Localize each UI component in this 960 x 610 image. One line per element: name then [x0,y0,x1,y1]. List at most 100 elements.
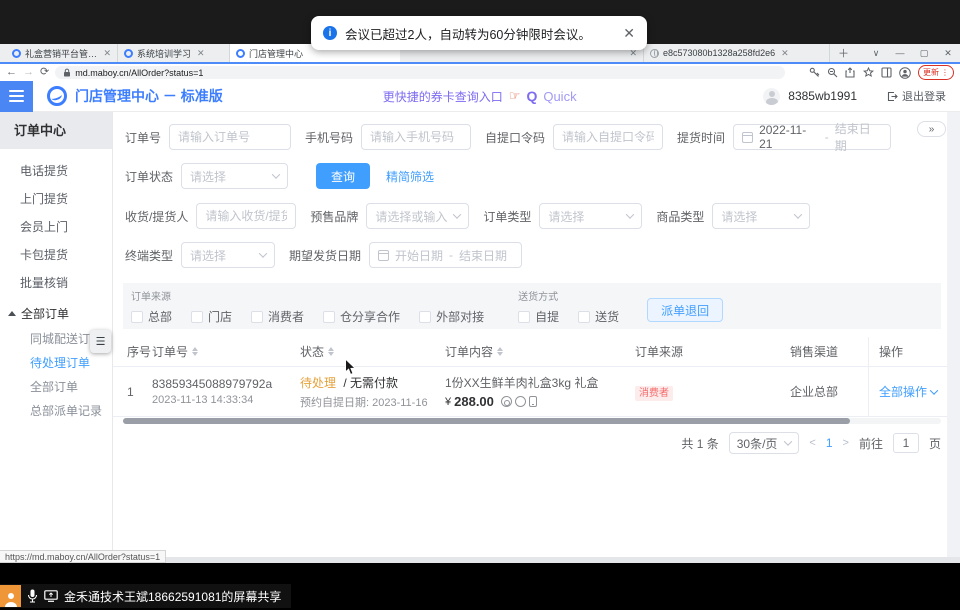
phone-input[interactable] [361,124,471,150]
tab-gift-platform[interactable]: 礼盒营销平台管理中心 ✕ [6,44,118,62]
checkbox-hq[interactable]: 总部 [131,308,172,325]
page-unit-label: 页 [929,435,941,452]
pickup-code-input[interactable] [553,124,663,150]
quick-label[interactable]: Quick [543,89,576,104]
next-page-button[interactable]: > [843,437,849,449]
reload-button[interactable]: ⟳ [40,67,49,78]
sidebar-item-batch-verify[interactable]: 批量核销 [0,269,112,297]
quick-q-icon[interactable]: Q [526,88,537,104]
horizontal-scrollbar-track[interactable] [123,418,941,424]
zoom-icon[interactable] [827,67,838,78]
minimize-button[interactable]: — [888,48,912,58]
hamburger-menu-button[interactable] [0,81,33,112]
profile-avatar-icon[interactable] [899,67,911,79]
user-avatar[interactable] [763,88,780,105]
tab-close-icon[interactable]: ✕ [103,48,111,59]
status-link: https://md.maboy.cn/AllOrder?status=1 [0,550,166,563]
checkbox-icon[interactable] [518,311,530,323]
checkbox-delivery[interactable]: 送货 [578,308,619,325]
dispatch-return-button[interactable]: 派单退回 [647,298,723,322]
checkbox-icon[interactable] [323,311,335,323]
tab-close-icon[interactable]: ✕ [197,48,205,59]
sidebar-item-member-visit[interactable]: 会员上门 [0,213,112,241]
simple-filter-link[interactable]: 精简筛选 [386,168,434,185]
current-page[interactable]: 1 [826,436,833,450]
reading-mode-icon[interactable] [881,67,892,78]
kebab-menu-icon[interactable]: ⋮ [941,68,949,77]
expect-daterange[interactable]: 开始日期 - 结束日期 [369,242,522,268]
tab-search-chevron-icon[interactable]: ∨ [864,48,888,59]
all-actions-dropdown[interactable]: 全部操作 [879,383,937,400]
close-window-button[interactable]: ✕ [936,48,960,59]
phone-label: 手机号码 [305,129,353,146]
password-key-icon[interactable] [809,67,820,78]
chevron-down-icon [453,210,461,218]
sidebar-group-all-orders[interactable]: 全部订单 [0,299,112,327]
checkbox-warehouse-share[interactable]: 仓分享合作 [323,308,400,325]
checkbox-icon[interactable] [251,311,263,323]
sidebar-item-phone-pickup[interactable]: 电话提货 [0,157,112,185]
coupon-icon [501,396,512,407]
header-content[interactable]: 订单内容 [445,343,635,360]
pickup-code-label: 自提口令码 [485,129,545,146]
tab-label: 礼盒营销平台管理中心 [25,47,97,60]
share-icon[interactable] [845,67,856,78]
calendar-icon [378,250,389,261]
quick-entry-link[interactable]: 更快捷的券卡查询入口 [383,88,503,105]
forward-button[interactable]: → [23,67,34,78]
logout-button[interactable]: 退出登录 [887,88,946,104]
order-no-input[interactable] [169,124,291,150]
checkbox-icon[interactable] [131,311,143,323]
tab-hash[interactable]: e8c573080b1328a258fd2e6 ✕ [644,44,830,62]
header-status[interactable]: 状态 [300,343,445,360]
header-order-no[interactable]: 订单号 [152,343,300,360]
sort-icon[interactable] [192,347,198,356]
checkbox-external[interactable]: 外部对接 [419,308,484,325]
tab-training[interactable]: 系统培训学习 ✕ [118,44,230,62]
sidebar-sub-pending-orders[interactable]: 待处理订单 [0,351,112,375]
sidebar-item-card-pickup[interactable]: 卡包提货 [0,241,112,269]
filter-collapse-button[interactable]: » [917,121,946,137]
new-tab-button[interactable]: ＋ [830,44,857,62]
address-bar[interactable]: md.maboy.cn/AllOrder?status=1 [55,66,785,79]
checkbox-self-pickup[interactable]: 自提 [518,308,559,325]
page-size-select[interactable]: 30条/页 [729,432,800,454]
tab-close-icon[interactable]: ✕ [781,48,789,59]
order-type-select[interactable]: 请选择 [539,203,642,229]
goods-type-select[interactable]: 请选择 [712,203,810,229]
person-icon [3,591,19,607]
back-button[interactable]: ← [6,67,17,78]
goto-page-input[interactable] [893,433,919,453]
terminal-type-select[interactable]: 请选择 [181,242,275,268]
order-status-select[interactable]: 请选择 [181,163,288,189]
screen-share-toast: 金禾通技术王斌18662591081的屏幕共享 [0,584,291,608]
filter-row-2: 订单状态 请选择 查询 精简筛选 [125,163,434,189]
browser-toolbar: ← → ⟳ md.maboy.cn/AllOrder?status=1 更新 ⋮ [0,64,960,81]
checkbox-icon[interactable] [419,311,431,323]
horizontal-scrollbar-thumb[interactable] [123,418,850,424]
checkbox-store[interactable]: 门店 [191,308,232,325]
bookmark-star-icon[interactable] [863,67,874,78]
pickup-time-daterange[interactable]: 2022-11-21 - 结束日期 [733,124,891,150]
checkbox-consumer[interactable]: 消费者 [251,308,304,325]
checkbox-icon[interactable] [578,311,590,323]
sidebar-collapse-handle[interactable]: ☰ [90,330,111,353]
sidebar-sub-all-orders[interactable]: 全部订单 [0,375,112,399]
expect-date-label: 期望发货日期 [289,247,361,264]
sort-icon[interactable] [497,347,503,356]
sort-icon[interactable] [328,347,334,356]
banner-close-icon[interactable]: ✕ [623,25,635,42]
browser-update-button[interactable]: 更新 ⋮ [918,65,954,80]
receiver-input[interactable] [196,203,296,229]
sidebar-sub-hq-dispatch-log[interactable]: 总部派单记录 [0,399,112,423]
sidebar-item-door-pickup[interactable]: 上门提货 [0,185,112,213]
site-favicon-icon [236,49,245,58]
table-row[interactable]: 1 83859345088979792a 2023-11-13 14:33:34… [113,367,947,417]
maximize-button[interactable]: ▢ [912,48,936,59]
prev-page-button[interactable]: < [809,437,815,449]
checkbox-icon[interactable] [191,311,203,323]
cell-index: 1 [113,385,152,399]
brand-select[interactable]: 请选择或输入 [366,203,469,229]
order-source-group: 订单来源 总部 门店 消费者 仓分享合作 外部对接 [131,288,484,325]
search-button[interactable]: 查询 [316,163,370,189]
